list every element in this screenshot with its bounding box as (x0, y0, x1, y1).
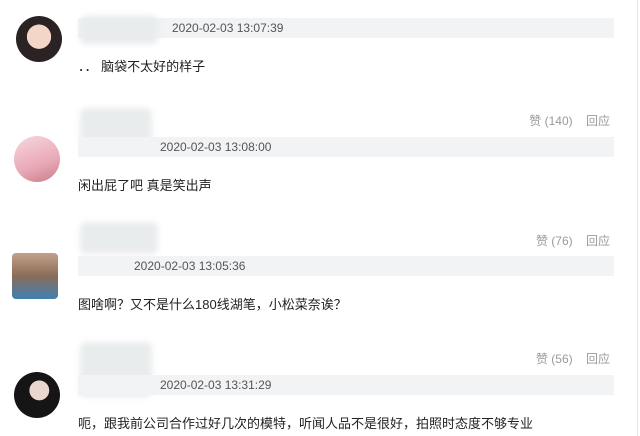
avatar[interactable] (14, 372, 60, 418)
comment-text: 呃，跟我前公司合作过好几次的模特，听闻人品不是很好，拍照时态度不够专业 (78, 416, 534, 431)
username-bar (78, 375, 614, 395)
comment-4: 2020-02-03 13:31:29 呃，跟我前公司合作过好几次的模特，听闻人… (0, 0, 640, 436)
timestamp: 2020-02-03 13:31:29 (160, 378, 272, 392)
